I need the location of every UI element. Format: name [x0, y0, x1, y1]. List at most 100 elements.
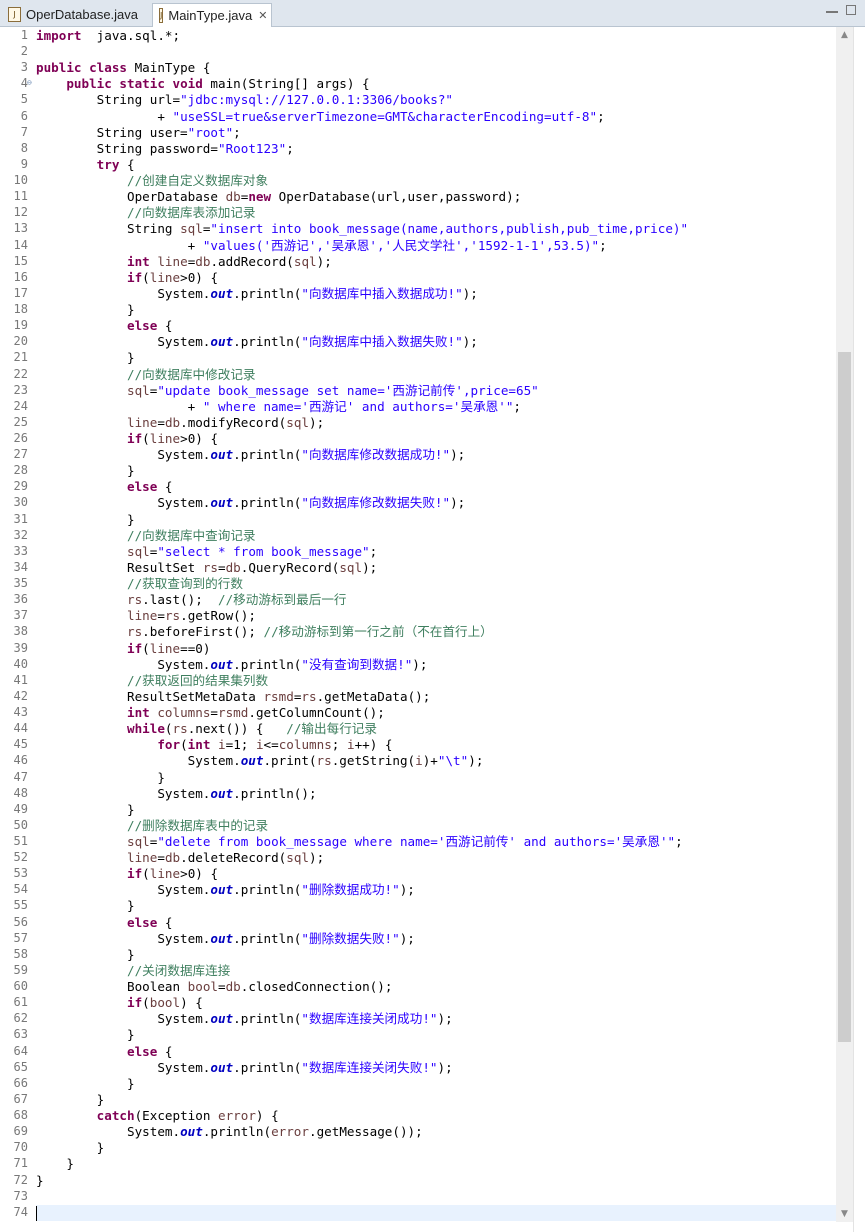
- code-line[interactable]: System.out.println();: [36, 785, 317, 802]
- code-line[interactable]: }: [36, 1140, 105, 1156]
- code-line[interactable]: import java.sql.*;: [36, 28, 180, 44]
- code-line[interactable]: line=db.deleteRecord(sql);: [36, 850, 324, 866]
- code-token: )+: [422, 753, 438, 769]
- code-line[interactable]: String url="jdbc:mysql://127.0.0.1:3306/…: [36, 92, 453, 108]
- code-line[interactable]: }: [36, 770, 165, 786]
- code-line[interactable]: System.out.println("向数据库中插入数据失败!");: [36, 334, 478, 350]
- code-line[interactable]: try {: [36, 157, 135, 173]
- tab-maintype-java[interactable]: J MainType.java ✕: [152, 3, 272, 27]
- code-line[interactable]: if(bool) {: [36, 995, 203, 1011]
- code-line[interactable]: if(line==0): [36, 641, 210, 657]
- minimize-icon[interactable]: [826, 5, 838, 13]
- code-line[interactable]: else {: [36, 1044, 173, 1060]
- code-line[interactable]: }: [36, 1092, 105, 1108]
- code-line[interactable]: else {: [36, 479, 173, 495]
- code-line[interactable]: System.out.println(error.getMessage());: [36, 1124, 423, 1140]
- code-line[interactable]: }: [36, 1076, 135, 1092]
- code-token: //移动游标到第一行之前（不在首行上）: [263, 624, 493, 640]
- line-number: 20: [13, 334, 28, 349]
- code-line[interactable]: //向数据库表添加记录: [36, 205, 256, 221]
- code-line[interactable]: sql="update book_message set name='西游记前传…: [36, 383, 539, 399]
- code-line[interactable]: }: [36, 947, 135, 963]
- code-line[interactable]: ResultSet rs=db.QueryRecord(sql);: [36, 560, 377, 576]
- code-line[interactable]: }: [36, 1027, 135, 1043]
- code-line[interactable]: line=db.modifyRecord(sql);: [36, 415, 324, 431]
- maximize-icon[interactable]: [846, 5, 856, 15]
- code-line[interactable]: System.out.println("删除数据失败!");: [36, 931, 415, 947]
- code-line[interactable]: //删除数据库表中的记录: [36, 818, 268, 834]
- code-line[interactable]: System.out.println("向数据库修改数据失败!");: [36, 495, 465, 511]
- code-line[interactable]: OperDatabase db=new OperDatabase(url,use…: [36, 189, 521, 205]
- code-line[interactable]: //向数据库中查询记录: [36, 528, 256, 544]
- code-line[interactable]: //向数据库中修改记录: [36, 367, 256, 383]
- code-line[interactable]: //创建自定义数据库对象: [36, 173, 268, 189]
- code-line[interactable]: else {: [36, 318, 173, 334]
- code-line[interactable]: }: [36, 802, 135, 818]
- code-line[interactable]: }: [36, 350, 135, 366]
- code-line[interactable]: System.out.println("向数据库修改数据成功!");: [36, 447, 465, 463]
- scroll-up-arrow-icon[interactable]: ▲: [836, 27, 853, 43]
- code-line[interactable]: catch(Exception error) {: [36, 1108, 279, 1124]
- code-line[interactable]: if(line>0) {: [36, 270, 218, 286]
- code-line[interactable]: String user="root";: [36, 125, 241, 141]
- code-line[interactable]: }: [36, 463, 135, 479]
- code-line[interactable]: + "values('西游记','吴承恩','人民文学社','1592-1-1'…: [36, 238, 607, 254]
- code-line[interactable]: public class MainType {: [36, 60, 210, 76]
- code-line[interactable]: rs.beforeFirst(); //移动游标到第一行之前（不在首行上）: [36, 624, 493, 640]
- code-line[interactable]: String password="Root123";: [36, 141, 294, 157]
- code-token: " where name='西游记' and authors='吴承恩'": [202, 398, 514, 414]
- code-line[interactable]: int line=db.addRecord(sql);: [36, 254, 332, 270]
- code-line[interactable]: System.out.println("删除数据成功!");: [36, 882, 415, 898]
- code-line[interactable]: line=rs.getRow();: [36, 608, 256, 624]
- code-line[interactable]: //获取查询到的行数: [36, 576, 243, 592]
- code-token: line: [127, 850, 158, 866]
- code-text-area[interactable]: import java.sql.*; public class MainType …: [36, 27, 836, 1232]
- code-token: error: [218, 1108, 256, 1124]
- code-line[interactable]: }: [36, 1173, 44, 1189]
- code-line[interactable]: if(line>0) {: [36, 866, 218, 882]
- code-line[interactable]: if(line>0) {: [36, 431, 218, 447]
- code-line[interactable]: String sql="insert into book_message(nam…: [36, 221, 688, 237]
- code-line[interactable]: }: [36, 512, 135, 528]
- code-line[interactable]: System.out.print(rs.getString(i)+"\t");: [36, 753, 484, 769]
- code-token: System.: [36, 656, 211, 672]
- code-line[interactable]: else {: [36, 915, 173, 931]
- code-editor[interactable]: 1 2 3 4 ⊖ 5 6 7 8 9 10 11 12 13 14 15 16 17 18 19 20 21 22 23 24…: [0, 27, 865, 1232]
- code-line[interactable]: sql="select * from book_message";: [36, 544, 377, 560]
- code-line[interactable]: int columns=rsmd.getColumnCount();: [36, 705, 385, 721]
- code-token: .println();: [233, 785, 317, 801]
- code-line[interactable]: System.out.println("向数据库中插入数据成功!");: [36, 286, 478, 302]
- vertical-scrollbar[interactable]: ▲ ▼: [836, 27, 853, 1222]
- code-line[interactable]: Boolean bool=db.closedConnection();: [36, 979, 392, 995]
- code-token: rsmd: [218, 705, 249, 721]
- code-line[interactable]: sql="delete from book_message where name…: [36, 834, 683, 850]
- code-line[interactable]: public static void main(String[] args) {: [36, 76, 369, 92]
- scroll-down-arrow-icon[interactable]: ▼: [836, 1206, 853, 1222]
- code-line[interactable]: }: [36, 1156, 74, 1172]
- tab-operdatabase-java[interactable]: J OperDatabase.java: [2, 3, 150, 25]
- scrollbar-thumb[interactable]: [838, 352, 851, 1042]
- code-token: ++) {: [354, 737, 393, 753]
- code-line[interactable]: //获取返回的结果集列数: [36, 673, 268, 689]
- fold-toggle-icon[interactable]: ⊖: [27, 78, 32, 87]
- code-line[interactable]: + " where name='西游记' and authors='吴承恩'";: [36, 399, 521, 415]
- code-line[interactable]: }: [36, 302, 135, 318]
- code-line[interactable]: for(int i=1; i<=columns; i++) {: [36, 737, 392, 753]
- code-line[interactable]: ResultSetMetaData rsmd=rs.getMetaData();: [36, 689, 430, 705]
- code-token: System.: [36, 930, 211, 946]
- code-line[interactable]: System.out.println("没有查询到数据!");: [36, 657, 427, 673]
- code-line[interactable]: }: [36, 898, 135, 914]
- close-tab-icon[interactable]: ✕: [258, 9, 267, 22]
- code-line[interactable]: System.out.println("数据库连接关闭失败!");: [36, 1060, 452, 1076]
- line-number: 14: [13, 237, 28, 252]
- code-token: .closedConnection();: [240, 979, 393, 995]
- code-line[interactable]: System.out.println("数据库连接关闭成功!");: [36, 1011, 452, 1027]
- code-line[interactable]: //关闭数据库连接: [36, 963, 230, 979]
- code-token: "root": [187, 124, 234, 140]
- code-line[interactable]: + "useSSL=true&serverTimezone=GMT&charac…: [36, 109, 604, 125]
- code-line[interactable]: rs.last(); //移动游标到最后一行: [36, 592, 347, 608]
- code-line[interactable]: while(rs.next()) { //输出每行记录: [36, 721, 377, 737]
